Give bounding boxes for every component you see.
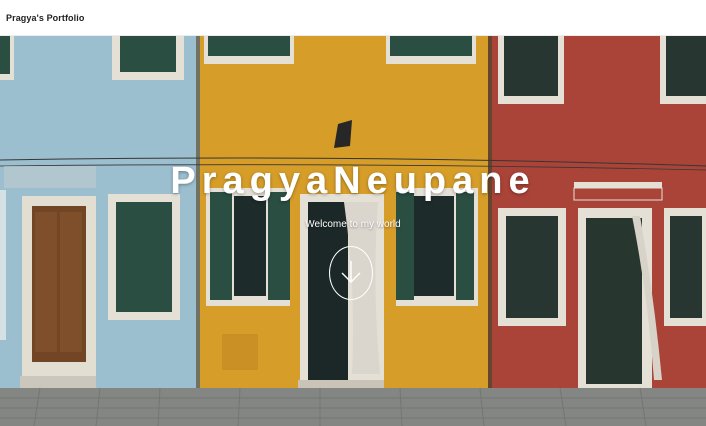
hero-section: PragyaNeupane Welcome to my world xyxy=(0,36,706,426)
hero-subtitle: Welcome to my world xyxy=(305,219,401,230)
navbar: Pragya's Portfolio xyxy=(0,0,706,36)
scroll-down-button[interactable] xyxy=(329,246,373,300)
hero-title: PragyaNeupane xyxy=(170,160,536,202)
hero-overlay xyxy=(0,36,706,426)
brand-link[interactable]: Pragya's Portfolio xyxy=(6,13,84,23)
arrow-down-icon xyxy=(341,261,361,283)
